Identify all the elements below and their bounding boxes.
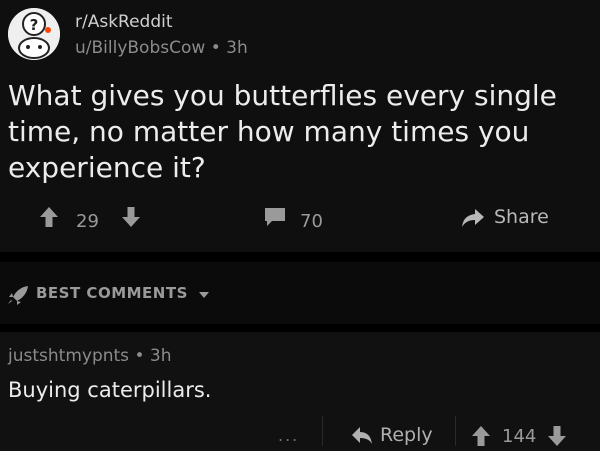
- comment-vote: 144: [470, 424, 568, 448]
- divider: [322, 416, 323, 446]
- comment-item: justshtmypnts • 3h Buying caterpillars. …: [0, 332, 600, 451]
- post-card: ? r/AskReddit u/BillyBobsCow • 3h What g…: [0, 0, 600, 252]
- meta-separator: •: [134, 346, 145, 366]
- post-meta: r/AskReddit u/BillyBobsCow • 3h: [75, 10, 248, 60]
- section-divider: [0, 252, 600, 262]
- arrow-down-icon: [122, 207, 140, 227]
- post-age: 3h: [226, 38, 248, 58]
- comments-button[interactable]: [262, 205, 288, 229]
- more-options-button[interactable]: ...: [278, 426, 299, 445]
- share-label: Share: [494, 206, 549, 228]
- reply-label: Reply: [380, 424, 433, 446]
- svg-text:?: ?: [30, 16, 39, 34]
- downvote-button[interactable]: [120, 205, 142, 229]
- comment-body: Buying caterpillars.: [8, 378, 212, 402]
- upvote-button[interactable]: [38, 205, 60, 229]
- comment-author[interactable]: justshtmypnts: [8, 346, 129, 366]
- arrow-down-icon[interactable]: [546, 424, 568, 448]
- post-title[interactable]: What gives you butterflies every single …: [8, 78, 568, 186]
- caret-down-icon: [199, 292, 209, 298]
- subreddit-link[interactable]: r/AskReddit: [75, 10, 248, 34]
- comment-age: 3h: [149, 346, 172, 366]
- comment-bubble-icon: [265, 208, 285, 226]
- arrow-up-icon[interactable]: [470, 424, 492, 448]
- rocket-icon: [8, 286, 28, 305]
- sort-label: BEST COMMENTS: [36, 284, 188, 302]
- post-actions: 29 70 Share: [0, 205, 600, 239]
- divider: [455, 416, 456, 446]
- post-author[interactable]: u/BillyBobsCow: [75, 38, 205, 58]
- comment-score: 144: [502, 425, 537, 447]
- askreddit-snoo-icon[interactable]: ?: [8, 8, 60, 60]
- reply-button[interactable]: Reply: [350, 424, 433, 446]
- share-button[interactable]: Share: [460, 205, 549, 229]
- share-arrow-icon: [462, 209, 484, 227]
- arrow-up-icon: [40, 207, 58, 227]
- comment-meta: justshtmypnts • 3h: [8, 346, 171, 366]
- section-divider: [0, 324, 600, 332]
- meta-separator: •: [210, 38, 221, 58]
- comment-count: 70: [300, 211, 323, 232]
- post-byline: u/BillyBobsCow • 3h: [75, 36, 248, 60]
- reply-arrow-icon: [352, 427, 372, 444]
- post-score: 29: [76, 211, 99, 232]
- comment-sort-bar[interactable]: BEST COMMENTS: [0, 262, 600, 324]
